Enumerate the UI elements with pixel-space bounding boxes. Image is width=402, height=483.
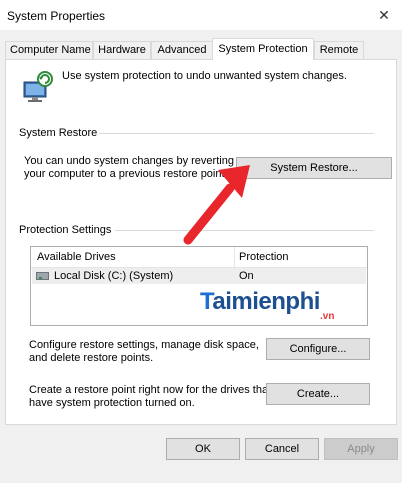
apply-button[interactable]: Apply [324,438,398,460]
close-icon[interactable]: ✕ [372,5,396,25]
system-protection-icon [23,71,53,102]
red-arrow-annotation [183,165,250,245]
tab-remote[interactable]: Remote [314,41,364,59]
create-button[interactable]: Create... [266,383,370,405]
system-properties-window: System Properties ✕ Computer Name Hardwa… [0,0,402,483]
system-restore-button[interactable]: System Restore... [236,157,392,179]
drives-table-header: Available Drives Protection [31,247,367,268]
hard-drive-icon [36,272,49,280]
drive-name: Local Disk (C:) (System) [54,270,174,282]
window-title: System Properties [7,9,106,23]
create-description-line1: Create a restore point right now for the… [29,384,272,396]
system-restore-divider [99,133,374,134]
tab-computer-name[interactable]: Computer Name [5,41,93,59]
system-restore-heading: System Restore [19,127,98,139]
taimienphi-watermark: Taimienphi [200,288,320,316]
column-protection[interactable]: Protection [239,251,289,263]
column-divider [234,247,235,267]
intro-text: Use system protection to undo unwanted s… [62,70,347,82]
watermark-brand: aimienphi [212,288,320,315]
watermark-initial: T [200,288,213,315]
create-description-line2: have system protection turned on. [29,397,195,409]
table-row[interactable]: Local Disk (C:) (System) On [32,268,366,284]
drive-protection-status: On [239,270,254,282]
watermark-suffix: .vn [320,311,335,322]
configure-description: Configure restore settings, manage disk … [29,339,259,365]
tab-advanced[interactable]: Advanced [151,41,213,59]
title-bar: System Properties ✕ [0,0,402,30]
create-description: Create a restore point right now for the… [29,384,271,410]
protection-settings-heading: Protection Settings [19,224,112,236]
tab-system-protection[interactable]: System Protection [212,38,314,60]
column-available-drives[interactable]: Available Drives [37,251,116,263]
configure-description-line1: Configure restore settings, manage disk … [29,339,259,351]
cancel-button[interactable]: Cancel [245,438,319,460]
configure-description-line2: and delete restore points. [29,352,154,364]
tab-hardware[interactable]: Hardware [93,41,151,59]
configure-button[interactable]: Configure... [266,338,370,360]
dialog-footer: OK Cancel Apply [0,425,402,483]
ok-button[interactable]: OK [166,438,240,460]
